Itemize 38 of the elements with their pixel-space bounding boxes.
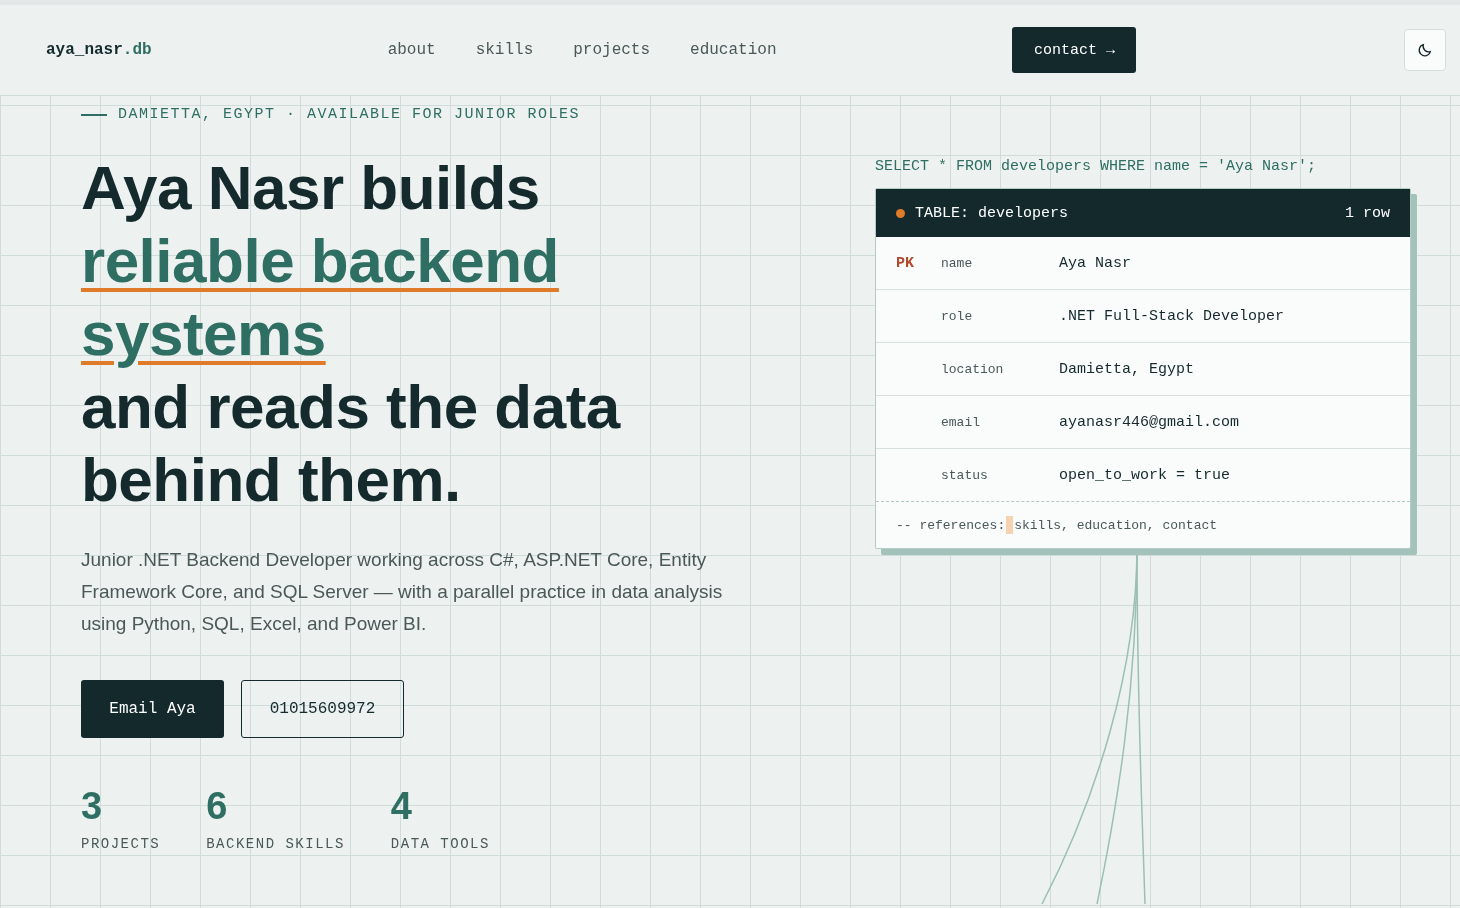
stat-label: BACKEND SKILLS bbox=[206, 836, 345, 852]
headline: Aya Nasr builds reliable backend systems and reads the data behind them. bbox=[81, 152, 622, 516]
references-label: -- references: bbox=[896, 517, 1006, 533]
contact-button[interactable]: contact → bbox=[1012, 27, 1137, 73]
references-list: skills, education, contact bbox=[1014, 517, 1218, 533]
field-value: open_to_work = true bbox=[1059, 466, 1231, 484]
eyebrow-text: DAMIETTA, EGYPT · AVAILABLE FOR JUNIOR ROLES bbox=[118, 106, 581, 123]
field-name: status bbox=[941, 467, 989, 483]
table-title: TABLE: developers bbox=[915, 204, 1069, 222]
field-name: email bbox=[941, 414, 981, 430]
nav-link[interactable]: about bbox=[387, 41, 436, 59]
stat-label: PROJECTS bbox=[81, 836, 161, 852]
theme-toggle-button[interactable] bbox=[1404, 29, 1446, 71]
field-name: role bbox=[941, 308, 974, 324]
stat-value: 6 bbox=[206, 786, 229, 826]
stat-label: DATA TOOLS bbox=[390, 836, 490, 852]
field-value: Aya Nasr bbox=[1059, 254, 1131, 272]
field-name: location bbox=[941, 361, 1005, 377]
nav-link[interactable]: education bbox=[690, 41, 777, 59]
email-button[interactable]: Email Aya bbox=[81, 680, 224, 738]
field-value: .NET Full-Stack Developer bbox=[1059, 307, 1285, 325]
primary-key-label: PK bbox=[896, 254, 914, 272]
nav-link[interactable]: skills bbox=[475, 41, 534, 59]
field-value: ayanasr446@gmail.com bbox=[1059, 413, 1240, 431]
sql-query: SELECT * FROM developers WHERE name = 'Aya Nasr'; bbox=[875, 158, 1318, 175]
status-dot-icon bbox=[896, 208, 905, 218]
row-count: 1 row bbox=[1345, 204, 1390, 222]
stat-value: 4 bbox=[390, 786, 413, 826]
intro-text: Junior .NET Backend Developer working across C#, ASP.NET Core, Entity Framework Core, and SQL Server — with a parallel practice in data analysis using Python, SQL, Excel, and Power BI. bbox=[81, 548, 724, 636]
field-value: Damietta, Egypt bbox=[1059, 360, 1195, 378]
logo-link[interactable]: aya_nasr.db bbox=[46, 41, 152, 59]
phone-button[interactable]: 01015609972 bbox=[241, 680, 404, 738]
dash-icon bbox=[81, 113, 107, 116]
stat-value: 3 bbox=[81, 786, 104, 826]
nav-link[interactable]: projects bbox=[573, 41, 651, 59]
field-name: name bbox=[941, 255, 974, 271]
moon-icon bbox=[1417, 42, 1433, 58]
text-cursor bbox=[1006, 516, 1014, 534]
